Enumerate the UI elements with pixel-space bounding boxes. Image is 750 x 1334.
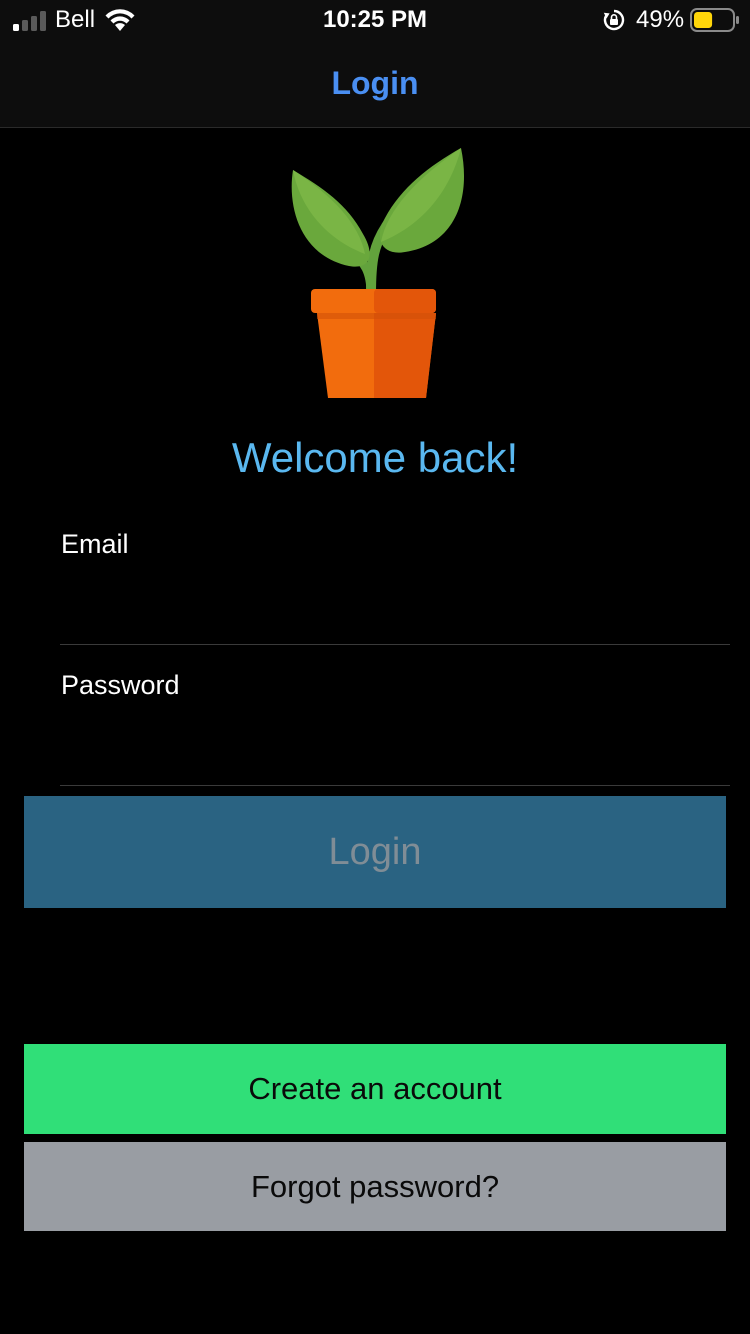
rotation-lock-icon: [603, 9, 625, 31]
battery-percent: 49%: [636, 6, 685, 33]
login-button-label: Login: [328, 830, 422, 873]
forgot-password-button-label: Forgot password?: [250, 1168, 500, 1204]
password-field-group: Password: [60, 668, 730, 788]
potted-plant-icon: [291, 148, 465, 398]
battery-icon: [690, 8, 739, 32]
email-label: Email: [61, 529, 129, 559]
welcome-heading: Welcome back!: [231, 434, 519, 481]
create-account-button-label: Create an account: [248, 1071, 502, 1106]
password-field[interactable]: [60, 712, 730, 786]
password-label: Password: [61, 670, 180, 700]
forgot-password-button[interactable]: Forgot password?: [24, 1142, 726, 1231]
email-field[interactable]: [60, 571, 730, 645]
navigation-bar: Login: [0, 40, 750, 128]
login-button[interactable]: Login: [24, 796, 726, 908]
create-account-button[interactable]: Create an account: [24, 1044, 726, 1134]
email-field-group: Email: [60, 527, 730, 647]
status-bar: Bell 10:25 PM 49%: [0, 0, 750, 40]
nav-title: Login: [331, 65, 419, 101]
